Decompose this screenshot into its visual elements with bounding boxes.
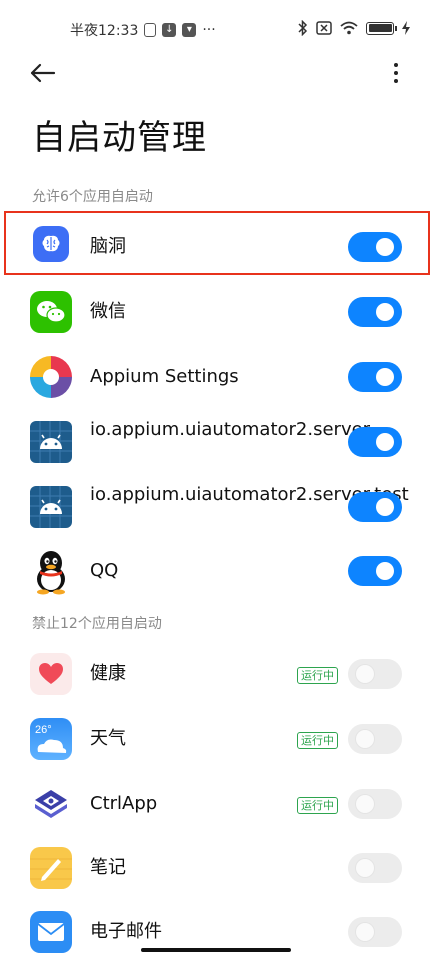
running-badge: 运行中 xyxy=(297,797,338,814)
heart-icon xyxy=(30,653,72,695)
more-vert-icon xyxy=(394,63,398,67)
autostart-toggle[interactable] xyxy=(348,724,402,754)
app-row-appium-settings[interactable]: Appium Settings xyxy=(0,349,432,405)
app-name: io.appium.uiautomator2.server xyxy=(90,419,371,440)
appium-icon xyxy=(29,355,73,399)
download-icon: ↓ xyxy=(162,23,177,37)
autostart-toggle[interactable] xyxy=(348,659,402,689)
home-indicator[interactable] xyxy=(141,948,291,952)
running-badge: 运行中 xyxy=(297,667,338,684)
app-row-qq[interactable]: QQ xyxy=(0,543,432,599)
charging-icon xyxy=(402,21,410,35)
app-row-health[interactable]: 健康 运行中 xyxy=(0,646,432,702)
allowed-section-label: 允许6个应用自启动 xyxy=(32,189,153,205)
wifi-icon xyxy=(340,21,358,35)
android-icon xyxy=(30,421,72,463)
bluetooth-icon xyxy=(298,20,308,36)
sim-icon xyxy=(144,23,157,37)
app-row-ctrlapp[interactable]: CtrlApp 运行中 xyxy=(0,776,432,832)
more-options-button[interactable] xyxy=(386,58,406,88)
autostart-toggle[interactable] xyxy=(348,853,402,883)
autostart-toggle[interactable] xyxy=(348,492,402,522)
app-row-notes[interactable]: 笔记 xyxy=(0,840,432,896)
battery-icon xyxy=(366,21,397,35)
back-button[interactable] xyxy=(28,58,58,88)
app-name: 微信 xyxy=(90,301,126,322)
app-name: io.appium.uiautomator2.server.test xyxy=(90,484,409,505)
app-row-weather[interactable]: 26° 天气 运行中 xyxy=(0,711,432,767)
notification-app-icon: ▾ xyxy=(182,23,197,37)
android-icon xyxy=(30,486,72,528)
no-sim-icon xyxy=(316,21,332,35)
autostart-toggle[interactable] xyxy=(348,789,402,819)
status-bar: 半夜12:33 ↓ ▾ ··· xyxy=(0,0,432,56)
blocked-section-label: 禁止12个应用自启动 xyxy=(32,616,162,632)
app-row-naodong[interactable]: 脑洞 xyxy=(0,219,432,275)
app-row-uiautomator2-server[interactable]: io.appium.uiautomator2.server xyxy=(0,414,432,470)
more-notifications-icon: ··· xyxy=(202,22,216,38)
mail-icon xyxy=(30,911,72,953)
page-title: 自启动管理 xyxy=(32,118,207,158)
app-name: 脑洞 xyxy=(90,236,126,257)
running-badge: 运行中 xyxy=(297,732,338,749)
back-arrow-icon xyxy=(30,63,56,83)
wechat-icon xyxy=(30,291,72,333)
autostart-toggle[interactable] xyxy=(348,917,402,947)
autostart-toggle[interactable] xyxy=(348,427,402,457)
autostart-toggle[interactable] xyxy=(348,297,402,327)
autostart-toggle[interactable] xyxy=(348,232,402,262)
app-name: Appium Settings xyxy=(90,366,239,387)
autostart-toggle[interactable] xyxy=(348,362,402,392)
app-name: QQ xyxy=(90,560,119,581)
app-row-uiautomator2-server-test[interactable]: io.appium.uiautomator2.server.test xyxy=(0,479,432,535)
weather-icon-temp: 26° xyxy=(35,724,52,736)
qq-penguin-icon xyxy=(31,549,71,595)
brain-icon xyxy=(33,226,69,262)
app-name: 笔记 xyxy=(90,857,126,878)
weather-icon: 26° xyxy=(30,718,72,760)
ctrlapp-icon xyxy=(30,783,72,825)
status-left: 半夜12:33 ↓ ▾ ··· xyxy=(70,20,216,40)
status-time: 半夜12:33 xyxy=(70,23,139,39)
status-right xyxy=(298,20,410,36)
app-row-wechat[interactable]: 微信 xyxy=(0,284,432,340)
notes-icon xyxy=(30,847,72,889)
app-name: 电子邮件 xyxy=(90,921,162,942)
autostart-toggle[interactable] xyxy=(348,556,402,586)
